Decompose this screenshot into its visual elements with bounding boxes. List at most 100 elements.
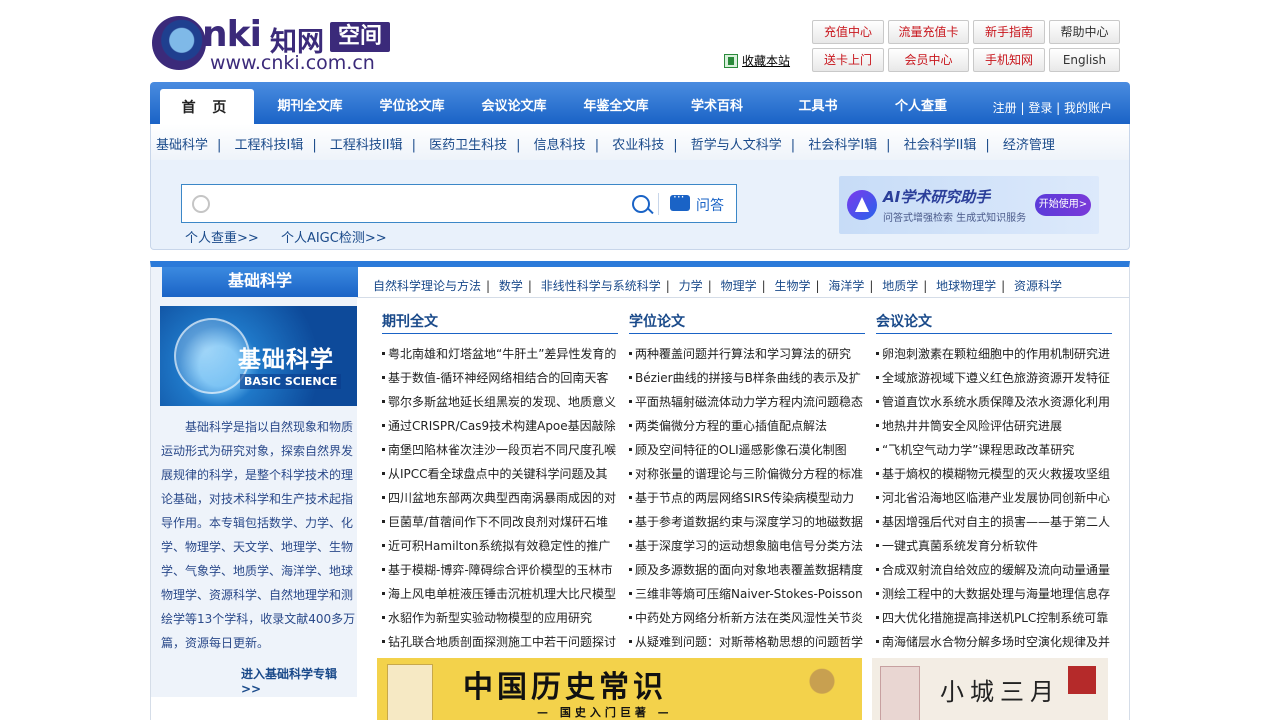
search-icon[interactable] [632, 195, 650, 213]
subnav-basic-science[interactable]: 基础科学 [156, 138, 208, 153]
article-link[interactable]: 近可积Hamilton系统拟有效稳定性的推广 [382, 534, 618, 558]
member-center-button[interactable]: 会员中心 [888, 48, 969, 72]
cat-oceanography[interactable]: 海洋学 [828, 279, 864, 293]
article-link[interactable]: 平面热辐射磁流体动力学方程内流问题稳态 [629, 390, 865, 414]
article-link[interactable]: 地热井井筒安全风险评估研究进展 [876, 414, 1112, 438]
cat-geophysics[interactable]: 地球物理学 [936, 279, 996, 293]
subnav-medicine[interactable]: 医药卫生科技 [429, 138, 507, 153]
subnav-humanities[interactable]: 哲学与人文科学 [691, 138, 782, 153]
chat-icon[interactable] [670, 190, 690, 211]
subnav-info-tech[interactable]: 信息科技 [534, 138, 586, 153]
cat-mathematics[interactable]: 数学 [499, 279, 523, 293]
section-description: 基础科学是指以自然现象和物质运动形式为研究对象，探索自然界发展规律的科学，是整个… [161, 420, 356, 650]
nav-journal-db[interactable]: 期刊全文库 [262, 82, 358, 124]
article-link[interactable]: 基于节点的两层网络SIRS传染病模型动力 [629, 486, 865, 510]
article-link[interactable]: 鄂尔多斯盆地延长组黑炭的发现、地质意义 [382, 390, 618, 414]
recharge-center-button[interactable]: 充值中心 [812, 20, 884, 44]
search-input[interactable]: 问答 [181, 184, 737, 223]
article-link[interactable]: 南海储层水合物分解多场时空演化规律及并 [876, 630, 1112, 654]
article-link[interactable]: 中药处方网络分析新方法在类风湿性关节炎 [629, 606, 865, 630]
english-button[interactable]: English [1049, 48, 1120, 72]
qa-button[interactable]: 问答 [696, 195, 724, 215]
article-link[interactable]: 水貂作为新型实验动物模型的应用研究 [382, 606, 618, 630]
subnav-agriculture[interactable]: 农业科技 [612, 138, 664, 153]
article-link[interactable]: 钻孔联合地质剖面探测施工中若干问题探讨 [382, 630, 618, 654]
enter-section-link[interactable]: 进入基础科学专辑>> [241, 665, 357, 696]
conference-column-title[interactable]: 会议论文 [876, 311, 1112, 334]
article-link[interactable]: 通过CRISPR/Cas9技术构建Apoe基因敲除 [382, 414, 618, 438]
nav-conference-db[interactable]: 会议论文库 [466, 82, 562, 124]
account-links[interactable]: 注册 | 登录 | 我的账户 [993, 82, 1112, 124]
article-link[interactable]: 四大优化措施提高排送机PLC控制系统可靠 [876, 606, 1112, 630]
article-link[interactable]: 巨菌草/苜蓿间作下不同改良剂对煤矸石堆 [382, 510, 618, 534]
subnav-social-science-1[interactable]: 社会科学I辑 [808, 138, 877, 153]
article-link[interactable]: 基于熵权的模糊物元模型的灭火救援攻坚组 [876, 462, 1112, 486]
article-link[interactable]: 粤北南雄和灯塔盆地“牛肝土”差异性发育的 [382, 342, 618, 366]
cat-geology[interactable]: 地质学 [882, 279, 918, 293]
cat-mechanics[interactable]: 力学 [679, 279, 703, 293]
section-image-title: 基础科学 [238, 347, 334, 373]
ai-assistant-banner[interactable]: AI学术研究助手 问答式增强检索 生成式知识服务 开始使用> [839, 176, 1099, 234]
card-delivery-button[interactable]: 送卡上门 [812, 48, 884, 72]
article-link[interactable]: Bézier曲线的拼接与B样条曲线的表示及扩 [629, 366, 865, 390]
article-link[interactable]: 基于模糊-博弈-障碍综合评价模型的玉林市 [382, 558, 618, 582]
cat-biology[interactable]: 生物学 [774, 279, 810, 293]
subnav-engineering-1[interactable]: 工程科技I辑 [235, 138, 304, 153]
thesis-column-title[interactable]: 学位论文 [629, 311, 865, 334]
main-nav: 首 页 期刊全文库 学位论文库 会议论文库 年鉴全文库 学术百科 工具书 个人查… [150, 82, 1130, 124]
data-recharge-card-button[interactable]: 流量充值卡 [888, 20, 969, 44]
cat-resource-science[interactable]: 资源科学 [1014, 279, 1062, 293]
article-link[interactable]: 基于数值-循环神经网络相结合的回南天客 [382, 366, 618, 390]
article-link[interactable]: 河北省沿海地区临港产业发展协同创新中心 [876, 486, 1112, 510]
plagiarism-check-link[interactable]: 个人查重>> [185, 231, 259, 246]
article-link[interactable]: 四川盆地东部两次典型西南涡暴雨成因的对 [382, 486, 618, 510]
cat-natural-science-theory[interactable]: 自然科学理论与方法 [373, 279, 481, 293]
favorite-link[interactable]: 收藏本站 [724, 52, 790, 69]
article-link[interactable]: 基因增强后代对自主的损害——基于第二人 [876, 510, 1112, 534]
nav-home-tab[interactable]: 首 页 [160, 89, 254, 124]
article-link[interactable]: 顾及多源数据的面向对象地表覆盖数据精度 [629, 558, 865, 582]
article-link[interactable]: 两类偏微分方程的重心插值配点解法 [629, 414, 865, 438]
nav-plagiarism-check[interactable]: 个人查重 [878, 82, 964, 124]
book-cover [387, 664, 433, 720]
basic-science-image[interactable]: 基础科学 BASIC SCIENCE [160, 306, 357, 406]
search-links: 个人查重>> 个人AIGC检测>> [185, 227, 405, 246]
journal-column-title[interactable]: 期刊全文 [382, 311, 618, 334]
article-link[interactable]: 基于参考道数据约束与深度学习的地磁数据 [629, 510, 865, 534]
subnav-social-science-2[interactable]: 社会科学II辑 [904, 138, 977, 153]
nav-thesis-db[interactable]: 学位论文库 [364, 82, 460, 124]
article-link[interactable]: 基于深度学习的运动想象脑电信号分类方法 [629, 534, 865, 558]
cnki-logo[interactable]: nki 知网 空间 www.cnki.com.cn [152, 14, 392, 76]
ai-start-button[interactable]: 开始使用> [1035, 194, 1091, 216]
article-link[interactable]: 管道直饮水系统水质保障及浓水资源化利用 [876, 390, 1112, 414]
cat-physics[interactable]: 物理学 [721, 279, 757, 293]
article-link[interactable]: 顾及空间特征的OLI遥感影像石漠化制图 [629, 438, 865, 462]
cat-nonlinear-science[interactable]: 非线性科学与系统科学 [541, 279, 661, 293]
article-link[interactable]: 海上风电单桩液压锤击沉桩机理大比尺模型 [382, 582, 618, 606]
article-link[interactable]: 南堡凹陷林雀次洼沙一段页岩不同尺度孔喉 [382, 438, 618, 462]
article-link[interactable]: 从IPCC看全球盘点中的关键科学问题及其 [382, 462, 618, 486]
figure-illustration [797, 662, 847, 720]
nav-reference-books[interactable]: 工具书 [778, 82, 858, 124]
article-link[interactable]: 合成双射流自给效应的缓解及流向动量通量 [876, 558, 1112, 582]
article-link[interactable]: 一键式真菌系统发育分析软件 [876, 534, 1112, 558]
article-link[interactable]: 全域旅游视域下遵义红色旅游资源开发特征 [876, 366, 1112, 390]
mobile-cnki-button[interactable]: 手机知网 [973, 48, 1045, 72]
article-link[interactable]: 对称张量的谱理论与三阶偏微分方程的标准 [629, 462, 865, 486]
help-center-button[interactable]: 帮助中心 [1049, 20, 1120, 44]
aigc-check-link[interactable]: 个人AIGC检测>> [281, 231, 387, 246]
article-link[interactable]: 两种覆盖问题并行算法和学习算法的研究 [629, 342, 865, 366]
nav-yearbook-db[interactable]: 年鉴全文库 [568, 82, 664, 124]
article-link[interactable]: 卵泡刺激素在颗粒细胞中的作用机制研究进 [876, 342, 1112, 366]
book-ad-history[interactable]: 中国历史常识 — 国史入门巨著 — [377, 658, 862, 720]
book-ad-town[interactable]: 小城三月 [872, 658, 1108, 720]
subnav-engineering-2[interactable]: 工程科技II辑 [330, 138, 403, 153]
article-link[interactable]: “飞机空气动力学”课程思政改革研究 [876, 438, 1112, 462]
nav-encyclopedia[interactable]: 学术百科 [674, 82, 760, 124]
article-link[interactable]: 三维非等熵可压缩Naiver-Stokes-Poisson [629, 582, 865, 606]
article-link[interactable]: 从疑难到问题：对斯蒂格勒思想的问题哲学 [629, 630, 865, 654]
article-link[interactable]: 测绘工程中的大数据处理与海量地理信息存 [876, 582, 1112, 606]
subnav-economics[interactable]: 经济管理 [1003, 138, 1055, 153]
beginner-guide-button[interactable]: 新手指南 [973, 20, 1045, 44]
section-tab[interactable]: 基础科学 [162, 267, 358, 297]
